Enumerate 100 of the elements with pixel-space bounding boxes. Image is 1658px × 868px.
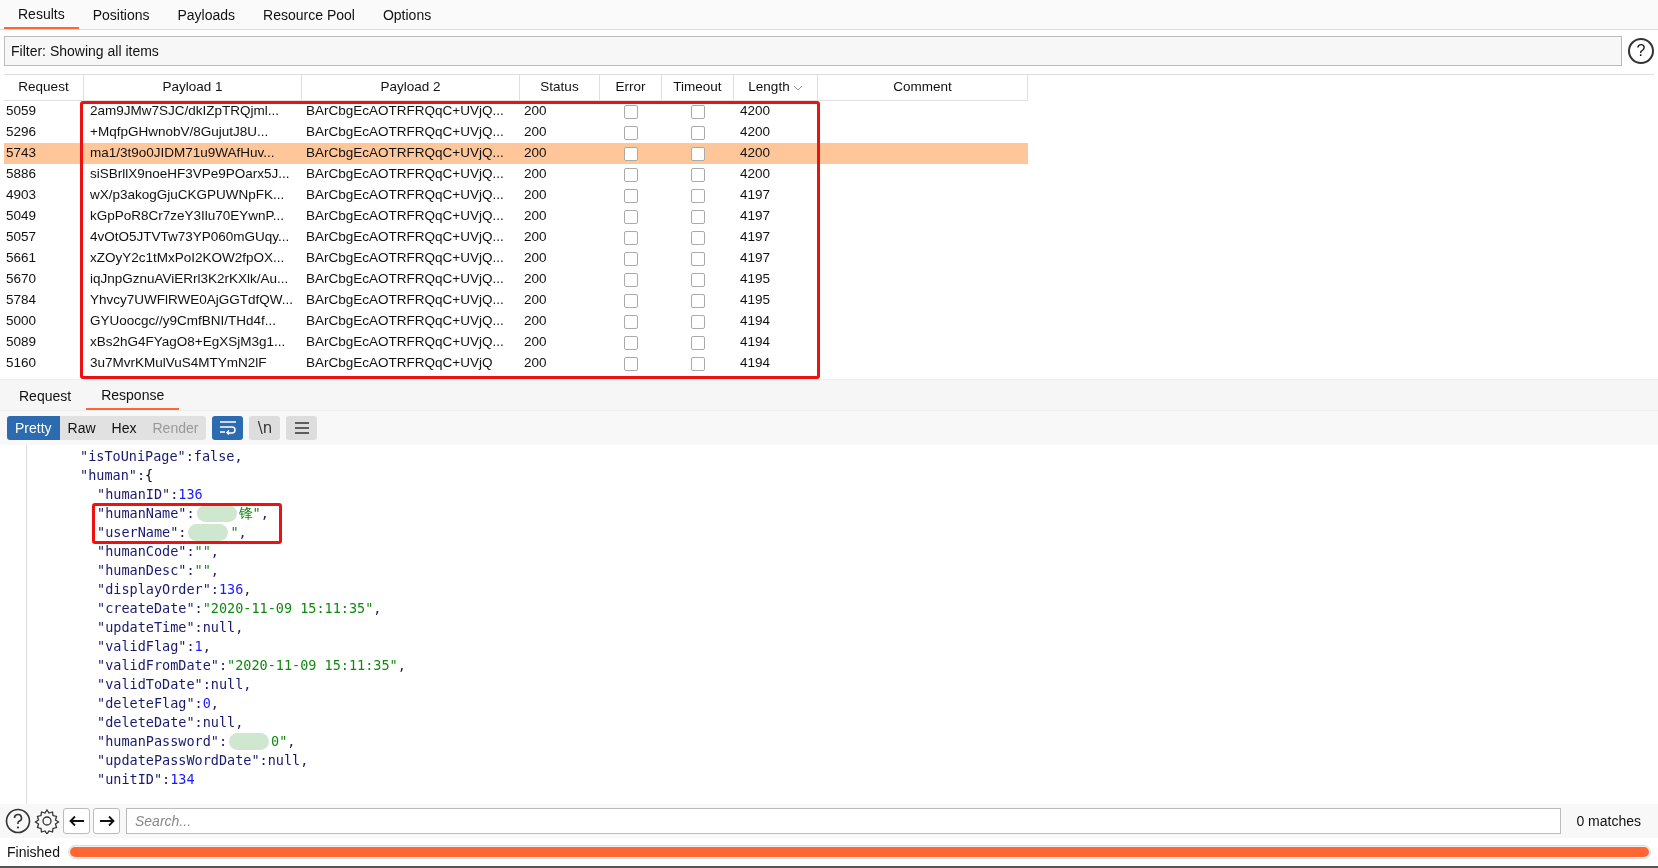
table-cell-text: 200 — [523, 333, 548, 352]
checkbox[interactable] — [624, 230, 638, 245]
json-comma: , — [235, 618, 244, 638]
json-key: "humanName": — [97, 503, 195, 524]
checkbox[interactable] — [691, 188, 705, 203]
checkbox[interactable] — [691, 104, 705, 119]
table-cell-text: 200 — [523, 186, 548, 205]
json-key: "humanPassword": — [97, 731, 228, 752]
settings-icon[interactable] — [34, 808, 60, 834]
json-value: 1 — [194, 637, 203, 657]
checkbox[interactable] — [624, 314, 638, 329]
tab[interactable]: Request — [4, 382, 87, 410]
json-key: "userName": — [97, 522, 187, 543]
checkbox[interactable] — [624, 104, 638, 119]
json-comma: , — [202, 637, 211, 657]
tab[interactable]: Positions — [78, 1, 164, 29]
table-cell-text: siSBrllX9noeHF3VPe9POarx5J... — [89, 165, 291, 184]
column-header[interactable]: Timeout — [662, 75, 734, 101]
checkbox[interactable] — [624, 335, 638, 350]
checkbox[interactable] — [691, 293, 705, 308]
checkbox[interactable] — [624, 146, 638, 161]
json-comma: , — [210, 542, 219, 562]
json-key: "human": — [80, 465, 146, 486]
checkbox[interactable] — [691, 251, 705, 266]
column-header[interactable]: Comment — [818, 75, 1028, 101]
json-key: "deleteFlag": — [97, 693, 203, 714]
table-cell-text: 4200 — [739, 144, 772, 163]
column-title: Comment — [893, 78, 952, 97]
tab[interactable]: Results — [4, 1, 79, 29]
search-field[interactable]: Search... — [126, 808, 1562, 834]
checkbox[interactable] — [691, 125, 705, 140]
checkbox[interactable] — [691, 314, 705, 329]
table-cell-text: 2am9JMw7SJC/dkIZpTRQjml... — [89, 102, 281, 121]
table-cell-text: BArCbgEcAOTRFRQqC+UVjQ... — [305, 207, 505, 226]
menu-button[interactable] — [286, 416, 318, 440]
checkbox[interactable] — [624, 356, 638, 371]
json-key: "unitID": — [97, 769, 171, 790]
checkbox[interactable] — [691, 230, 705, 245]
tab[interactable]: Resource Pool — [249, 1, 369, 29]
view-mode-tab[interactable]: Pretty — [7, 416, 60, 440]
filter-bar[interactable]: Filter: Showing all items — [4, 36, 1622, 66]
view-mode-tab[interactable]: Hex — [103, 416, 145, 440]
table-cell-text: kGpPoR8Cr7zeY3Ilu70EYwnP... — [89, 207, 286, 226]
json-comma: , — [300, 751, 309, 771]
json-value: "2020-11-09 15:11:35" — [202, 599, 374, 619]
menu-icon — [293, 421, 310, 435]
checkbox[interactable] — [624, 251, 638, 266]
checkbox[interactable] — [624, 188, 638, 203]
checkbox[interactable] — [624, 125, 638, 140]
json-value: 134 — [170, 770, 195, 790]
checkbox[interactable] — [691, 146, 705, 161]
column-title: Timeout — [673, 78, 722, 97]
json-value: null — [202, 618, 236, 638]
table-cell-text: BArCbgEcAOTRFRQqC+UVjQ — [305, 354, 494, 373]
help-button[interactable]: ? — [1628, 38, 1654, 64]
json-comma: , — [238, 523, 247, 543]
table-cell-text: 200 — [523, 144, 548, 163]
forward-button[interactable] — [93, 808, 120, 834]
tab[interactable]: Payloads — [163, 1, 250, 29]
checkbox[interactable] — [691, 167, 705, 182]
column-header[interactable]: Payload 1 — [84, 75, 302, 101]
checkbox[interactable] — [691, 272, 705, 287]
checkbox[interactable] — [624, 167, 638, 182]
table-cell-text: BArCbgEcAOTRFRQqC+UVjQ... — [305, 333, 505, 352]
column-header[interactable]: Error — [600, 75, 662, 101]
tab[interactable]: Options — [368, 1, 446, 29]
table-cell-text: 5059 — [5, 102, 38, 121]
json-value: 0" — [271, 732, 288, 752]
checkbox[interactable] — [624, 293, 638, 308]
table-cell-text: 4200 — [739, 165, 772, 184]
json-key: "humanDesc": — [97, 560, 195, 581]
table-cell-text: 5743 — [5, 144, 38, 163]
json-value: null — [202, 713, 236, 733]
column-header[interactable]: Length — [734, 75, 818, 101]
checkbox[interactable] — [691, 209, 705, 224]
checkbox[interactable] — [691, 335, 705, 350]
column-title: Payload 1 — [162, 78, 223, 97]
back-button[interactable] — [63, 808, 90, 834]
newline-toggle[interactable]: \n — [249, 416, 281, 440]
column-header[interactable]: Request — [4, 75, 84, 101]
json-comma: , — [243, 580, 252, 600]
json-comma: , — [210, 694, 219, 714]
column-header[interactable]: Status — [520, 75, 600, 101]
help-icon[interactable] — [5, 808, 31, 834]
json-value: false — [193, 447, 235, 467]
checkbox[interactable] — [624, 209, 638, 224]
column-title: Request — [18, 78, 69, 97]
checkbox[interactable] — [691, 356, 705, 371]
json-key: "humanID": — [97, 484, 179, 505]
table-cell-text: 4197 — [739, 228, 772, 247]
table-cell-text: BArCbgEcAOTRFRQqC+UVjQ... — [305, 228, 505, 247]
json-comma: , — [243, 675, 252, 695]
checkbox[interactable] — [624, 272, 638, 287]
view-mode-tab[interactable]: Raw — [59, 416, 104, 440]
wrap-toggle[interactable] — [212, 416, 244, 440]
json-key: "updateTime": — [97, 617, 203, 638]
column-title: Status — [540, 78, 579, 97]
column-header[interactable]: Payload 2 — [302, 75, 520, 101]
result-row[interactable]: 5743 ma1/3t9o0JIDM71u9WAfHuv... BArCbgEcAOTRFRQqC+UVjQ... 200 4200 — [4, 143, 1028, 164]
table-cell-text: BArCbgEcAOTRFRQqC+UVjQ... — [305, 249, 505, 268]
